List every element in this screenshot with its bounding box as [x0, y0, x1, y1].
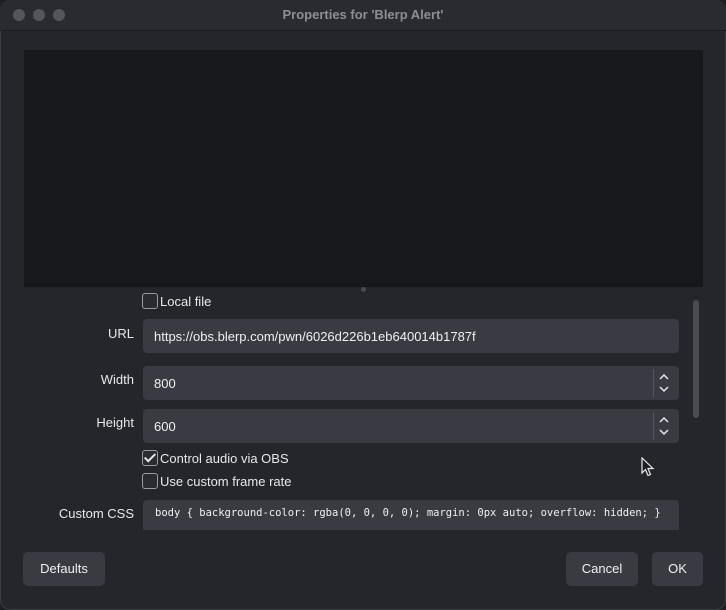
height-spinbox[interactable]: 600 — [143, 409, 679, 443]
width-spinbox[interactable]: 800 — [143, 366, 679, 400]
cancel-button[interactable]: Cancel — [566, 552, 638, 586]
width-label: Width — [100, 372, 134, 387]
control-audio-checkbox[interactable] — [142, 450, 158, 466]
window-title: Properties for 'Blerp Alert' — [282, 7, 444, 22]
width-value: 800 — [154, 376, 176, 391]
custom-css-textarea[interactable]: body { background-color: rgba(0, 0, 0, 0… — [143, 500, 679, 530]
custom-frame-rate-checkbox[interactable] — [142, 473, 158, 489]
defaults-button[interactable]: Defaults — [23, 552, 105, 586]
width-stepper-icon[interactable] — [653, 369, 675, 397]
properties-scrollbar[interactable] — [690, 294, 700, 528]
url-value: https://obs.blerp.com/pwn/6026d226b1eb64… — [154, 329, 476, 344]
local-file-label: Local file — [160, 294, 212, 309]
url-label: URL — [107, 326, 134, 341]
height-label: Height — [96, 415, 134, 430]
preview-resize-handle[interactable] — [361, 287, 366, 292]
local-file-checkbox[interactable] — [142, 293, 158, 309]
url-input[interactable]: https://obs.blerp.com/pwn/6026d226b1eb64… — [143, 319, 679, 353]
custom-css-label: Custom CSS — [58, 506, 134, 521]
height-stepper-icon[interactable] — [653, 412, 675, 440]
control-audio-label: Control audio via OBS — [160, 451, 289, 466]
ok-button[interactable]: OK — [652, 552, 703, 586]
scrollbar-thumb[interactable] — [693, 300, 699, 418]
height-value: 600 — [154, 419, 176, 434]
title-bar[interactable]: Properties for 'Blerp Alert' — [0, 0, 726, 31]
mouse-cursor-icon — [641, 456, 655, 482]
source-preview — [24, 50, 703, 287]
custom-css-value: body { background-color: rgba(0, 0, 0, 0… — [155, 507, 661, 519]
custom-frame-rate-label: Use custom frame rate — [160, 474, 292, 489]
properties-dialog: Properties for 'Blerp Alert' Local file … — [0, 0, 726, 610]
